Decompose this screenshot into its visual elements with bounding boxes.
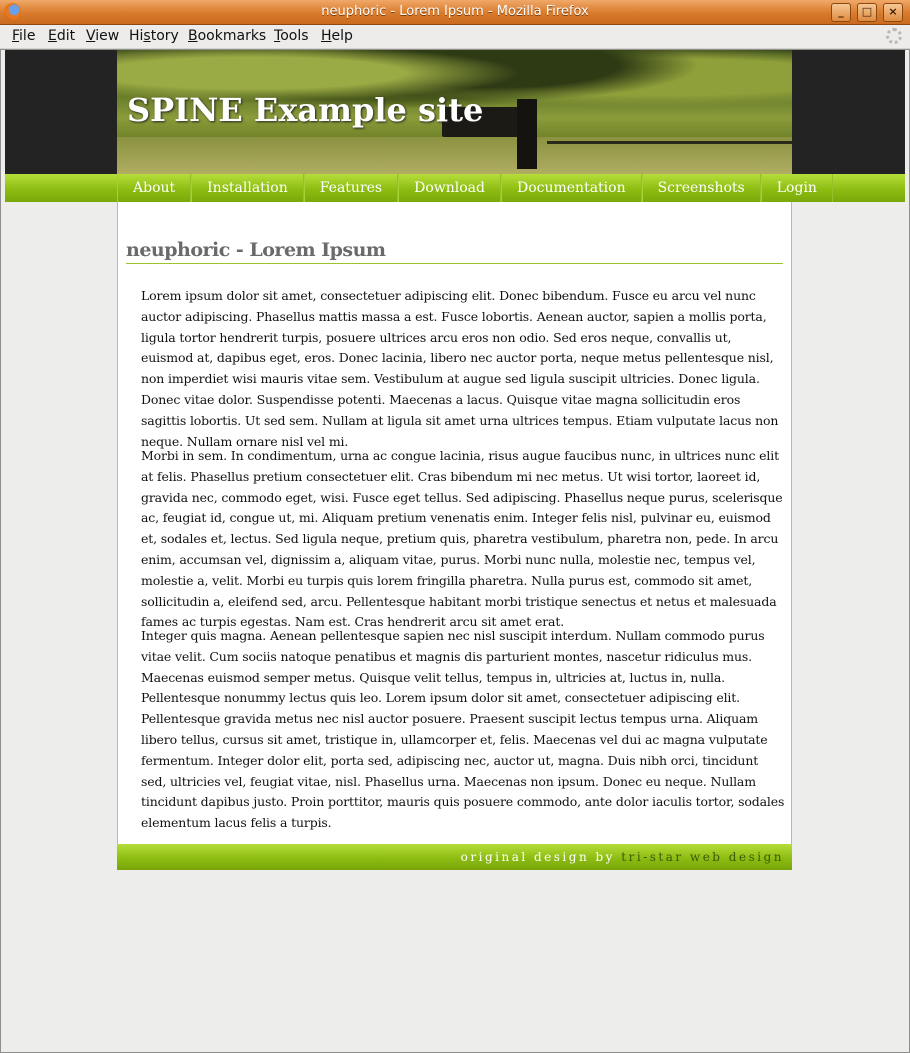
nav-item-download[interactable]: Download [398, 174, 501, 202]
page-viewport: SPINE Example site About Installation Fe… [5, 49, 905, 1049]
paragraph-3: Integer quis magna. Aenean pellentesque … [141, 628, 785, 831]
menu-tools[interactable]: Tools [274, 28, 309, 44]
menu-view-accesskey: V [86, 28, 96, 44]
menu-history-label-a: Hi [129, 28, 144, 44]
menu-file-accesskey: F [12, 28, 20, 44]
nav-items: About Installation Features Download Doc… [117, 174, 833, 202]
paragraph-1: Lorem ipsum dolor sit amet, consectetuer… [141, 288, 779, 449]
menu-file-label: ile [19, 28, 36, 44]
menu-history[interactable]: History [129, 28, 179, 44]
window-title: neuphoric - Lorem Ipsum - Mozilla Firefo… [321, 4, 589, 19]
menu-edit[interactable]: Edit [48, 28, 75, 44]
menu-bookmarks-accesskey: B [188, 28, 198, 44]
paragraph-2: Morbi in sem. In condimentum, urna ac co… [141, 448, 783, 630]
site-title: SPINE Example site [127, 91, 484, 129]
page-title: neuphoric - Lorem Ipsum [126, 239, 783, 264]
menu-history-label-b: tory [150, 28, 179, 44]
nav-item-screenshots[interactable]: Screenshots [641, 174, 761, 202]
nav-item-about[interactable]: About [117, 174, 192, 202]
header-tree-trunk [517, 99, 537, 169]
menu-view-label: iew [95, 28, 120, 44]
menu-tools-label: ools [280, 28, 309, 44]
minimize-button[interactable]: _ [831, 3, 851, 22]
footer-link[interactable]: tri-star web design [621, 850, 784, 864]
site-footer: original design by tri-star web design [117, 844, 792, 870]
menubar: File Edit View History Bookmarks Tools H… [0, 25, 910, 49]
menu-history-accesskey: s [143, 28, 151, 44]
nav-item-features[interactable]: Features [303, 174, 399, 202]
header-fence [547, 141, 792, 144]
menu-edit-accesskey: E [48, 28, 57, 44]
window-titlebar: neuphoric - Lorem Ipsum - Mozilla Firefo… [0, 0, 910, 25]
menu-help-label: elp [331, 28, 353, 44]
site-header: SPINE Example site [5, 49, 905, 174]
menu-edit-label: dit [56, 28, 76, 44]
menu-bookmarks-label: ookmarks [197, 28, 267, 44]
footer-credit: original design by tri-star web design [461, 850, 784, 864]
menu-view[interactable]: View [86, 28, 119, 44]
menu-bookmarks[interactable]: Bookmarks [188, 28, 266, 44]
nav-item-login[interactable]: Login [760, 174, 833, 202]
nav-item-installation[interactable]: Installation [191, 174, 304, 202]
main-nav: About Installation Features Download Doc… [5, 174, 905, 202]
header-image: SPINE Example site [117, 49, 792, 174]
throbber-icon [886, 28, 902, 44]
close-button[interactable]: × [883, 3, 903, 22]
footer-prefix: original design by [460, 850, 615, 864]
nav-item-documentation[interactable]: Documentation [500, 174, 642, 202]
menu-file[interactable]: File [12, 28, 35, 44]
menu-help[interactable]: Help [321, 28, 353, 44]
maximize-button[interactable]: □ [857, 3, 877, 22]
menu-help-accesskey: H [321, 28, 332, 44]
main-content: neuphoric - Lorem Ipsum Lorem ipsum dolo… [117, 202, 792, 844]
